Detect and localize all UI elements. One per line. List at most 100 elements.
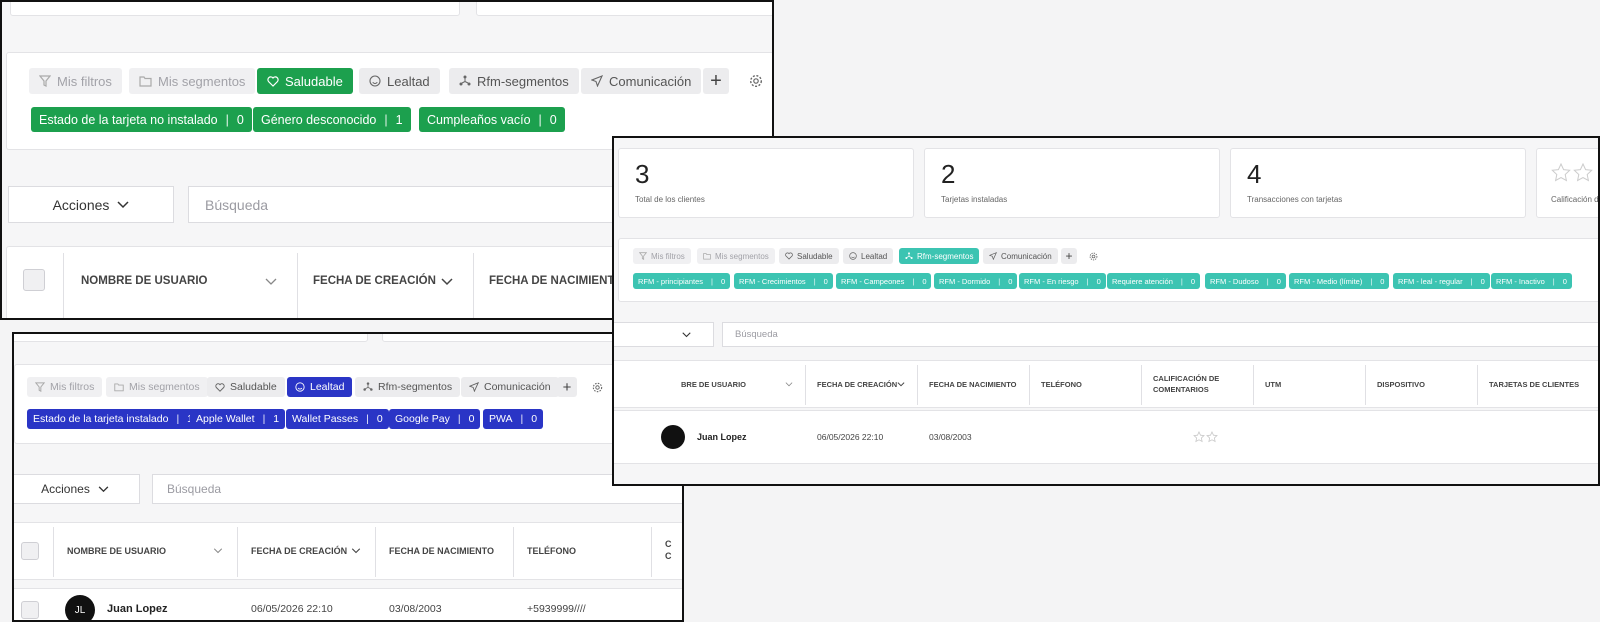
chip-saludable[interactable]: Saludable	[257, 68, 353, 94]
chip-mis-segmentos[interactable]: Mis segmentos	[106, 377, 208, 397]
th-nombre-usuario[interactable]: NOMBRE DE USUARIO	[81, 275, 208, 287]
th-fecha-nacimiento[interactable]: FECHA DE NACIMIENTO	[389, 546, 494, 556]
tag-rfm-inactivo[interactable]: RFM - Inactivo | 0	[1491, 273, 1572, 289]
search-input[interactable]: Búsqueda	[152, 474, 682, 504]
acciones-dropdown[interactable]: Acciones	[14, 474, 140, 504]
tag-requiere-atencion[interactable]: Requiere atención | 0	[1107, 273, 1201, 289]
table-header: NOMBRE DE USUARIO FECHA DE CREACIÓN FECH…	[14, 522, 682, 580]
folder-icon	[703, 253, 711, 260]
panel-loyalty-filters: Mis filtros Mis segmentos Saludable Leal…	[12, 332, 684, 622]
th-fecha-nacimiento[interactable]: FECHA DE NACIMIENTO	[489, 275, 623, 287]
chip-rfm[interactable]: Rfm-segmentos	[355, 377, 461, 397]
chevron-down-icon[interactable]	[265, 278, 277, 286]
tag-rfm-leal-regular[interactable]: RFM - leal - regular | 0	[1393, 273, 1490, 289]
tag-apple-wallet[interactable]: Apple Wallet | 1	[190, 409, 286, 429]
chevron-down-icon[interactable]	[897, 382, 905, 387]
table-row[interactable]: JL Juan Lopez 06/05/2026 22:10 03/08/200…	[14, 588, 682, 620]
chip-saludable[interactable]: Saludable	[207, 377, 285, 397]
chip-mis-segmentos[interactable]: Mis segmentos	[697, 248, 775, 264]
chip-label: Lealtad	[861, 251, 888, 261]
chip-saludable[interactable]: Saludable	[779, 248, 839, 264]
tag-estado-instalado[interactable]: Estado de la tarjeta instalado|1	[27, 409, 200, 429]
tag-count: 0	[1190, 276, 1196, 286]
select-all-checkbox[interactable]	[21, 542, 39, 560]
th-utm[interactable]: UTM	[1265, 380, 1281, 389]
tag-rfm-medio[interactable]: RFM - Medio (límite) | 0	[1289, 273, 1390, 289]
chevron-down-icon[interactable]	[213, 548, 223, 554]
th-fecha-creacion[interactable]: FECHA DE CREACIÓN	[251, 546, 347, 556]
table-row[interactable]: Juan Lopez 06/05/2026 22:10 03/08/2003	[614, 410, 1598, 464]
th-comentarios-partial[interactable]: C	[665, 551, 672, 561]
chip-comunicacion[interactable]: Comunicación	[581, 68, 702, 94]
tag-rfm-principiantes[interactable]: RFM - principiantes | 0	[633, 273, 731, 289]
chip-lealtad[interactable]: Lealtad	[359, 68, 440, 94]
th-fecha-creacion[interactable]: FECHA DE CREACIÓN	[313, 275, 436, 287]
tag-genero-desconocido[interactable]: Género desconocido | 1	[253, 107, 411, 132]
chip-label: Mis filtros	[50, 381, 95, 393]
search-input[interactable]: Búsqueda	[722, 322, 1598, 347]
th-telefono[interactable]: TELÉFONO	[1041, 380, 1082, 389]
th-comentarios[interactable]: COMENTARIOS	[1153, 385, 1209, 394]
chip-label: Comunicación	[484, 381, 551, 393]
tag-wallet-passes[interactable]: Wallet Passes | 0	[286, 409, 389, 429]
add-filter-button[interactable]: +	[703, 68, 729, 94]
chip-label: Comunicación	[609, 73, 692, 89]
tag-label: Estado de la tarjeta no instalado	[39, 112, 218, 127]
chip-rfm[interactable]: Rfm-segmentos	[449, 68, 579, 94]
star-rating-icon[interactable]	[1193, 431, 1219, 443]
tag-pwa[interactable]: PWA | 0	[483, 409, 544, 429]
heart-icon	[215, 382, 225, 392]
acciones-dropdown-partial[interactable]	[614, 322, 714, 347]
add-filter-button[interactable]: +	[557, 377, 577, 397]
th-nombre-usuario[interactable]: NOMBRE DE USUARIO	[67, 546, 166, 556]
chip-comunicacion[interactable]: Comunicación	[461, 377, 559, 397]
select-all-checkbox[interactable]	[23, 269, 45, 291]
tag-rfm-dormido[interactable]: RFM - Dormido | 0	[934, 273, 1018, 289]
chevron-down-icon	[117, 200, 129, 208]
stat-card-tarjetas: 2 Tarjetas instaladas	[924, 148, 1220, 218]
chip-label: Mis filtros	[651, 251, 685, 261]
chip-label: Saludable	[230, 381, 277, 393]
tag-rfm-en-riesgo[interactable]: RFM - En riesgo | 0	[1019, 273, 1106, 289]
th-nombre-usuario-partial[interactable]: BRE DE USUARIO	[681, 380, 746, 389]
settings-gear-icon[interactable]	[587, 377, 607, 397]
tag-rfm-dudoso[interactable]: RFM - Dudoso | 0	[1205, 273, 1286, 289]
th-telefono[interactable]: TELÉFONO	[527, 546, 576, 556]
row-created: 06/05/2026 22:10	[817, 432, 884, 442]
th-dispositivo[interactable]: DISPOSITIVO	[1377, 380, 1425, 389]
chip-comunicacion[interactable]: Comunicación	[983, 248, 1058, 264]
tag-cumpleanos-vacio[interactable]: Cumpleaños vacío | 0	[419, 107, 565, 132]
tag-rfm-crecimientos[interactable]: RFM - Crecimientos | 0	[734, 273, 833, 289]
row-name: Juan Lopez	[697, 432, 747, 442]
send-icon	[591, 75, 603, 87]
chip-mis-filtros[interactable]: Mis filtros	[29, 68, 122, 94]
th-tarjetas-clientes[interactable]: TARJETAS DE CLIENTES	[1489, 380, 1579, 389]
chip-lealtad[interactable]: Lealtad	[843, 248, 894, 264]
settings-gear-icon[interactable]	[743, 68, 769, 94]
tag-count: 1	[395, 112, 403, 127]
settings-gear-icon[interactable]	[1085, 248, 1101, 264]
tag-count: 0	[1480, 276, 1485, 286]
chip-rfm[interactable]: Rfm-segmentos	[899, 248, 980, 264]
acciones-dropdown[interactable]: Acciones	[8, 186, 174, 223]
row-checkbox[interactable]	[21, 601, 39, 619]
search-placeholder: Búsqueda	[167, 482, 222, 496]
th-calificacion-partial[interactable]: C	[665, 539, 672, 549]
th-calificacion[interactable]: CALIFICACIÓN DE	[1153, 374, 1219, 383]
tag-estado-no-instalado[interactable]: Estado de la tarjeta no instalado | 0	[31, 107, 252, 132]
chevron-down-icon[interactable]	[351, 548, 361, 554]
tag-rfm-campeones[interactable]: RFM - Campeones | 0	[836, 273, 932, 289]
tag-google-pay[interactable]: Google Pay | 0	[389, 409, 481, 429]
chip-mis-filtros[interactable]: Mis filtros	[633, 248, 691, 264]
chevron-down-icon[interactable]	[785, 382, 793, 387]
chip-mis-filtros[interactable]: Mis filtros	[27, 377, 103, 397]
chip-mis-segmentos[interactable]: Mis segmentos	[129, 68, 256, 94]
segments-icon	[459, 75, 471, 86]
add-filter-button[interactable]: +	[1061, 248, 1077, 264]
th-fecha-nacimiento[interactable]: FECHA DE NACIMIENTO	[929, 380, 1017, 389]
chip-label: Mis segmentos	[715, 251, 769, 261]
tag-label: RFM - leal - regular	[1398, 276, 1463, 286]
chip-lealtad[interactable]: Lealtad	[287, 377, 353, 397]
th-fecha-creacion[interactable]: FECHA DE CREACIÓN	[817, 380, 897, 389]
chevron-down-icon[interactable]	[441, 278, 453, 286]
